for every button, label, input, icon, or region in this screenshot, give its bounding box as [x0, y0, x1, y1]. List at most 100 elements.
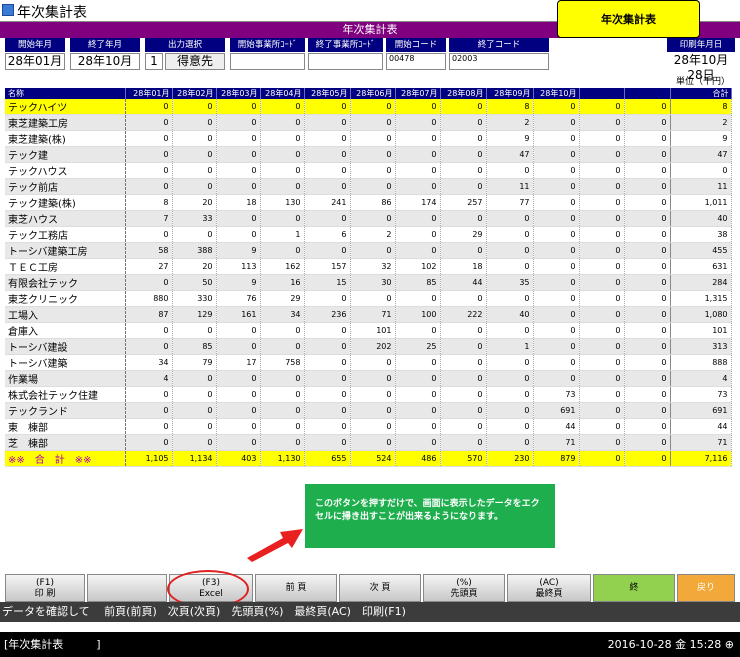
value-cell: 0 — [440, 162, 487, 179]
column-header — [624, 88, 671, 99]
value-cell: 1,134 — [172, 450, 217, 467]
value-cell: 0 — [395, 370, 441, 387]
table-row[interactable]: テック前店 0 0 0 0 0 0 0 0 11 0 0 0 11 — [5, 178, 732, 195]
value-cell: 0 — [216, 370, 261, 387]
table-row[interactable]: トーシバ建築 34 79 17 758 0 0 0 0 0 0 0 0 888 — [5, 354, 732, 371]
value-cell: 0 — [440, 146, 487, 163]
table-row[interactable]: テック工務店 0 0 0 1 6 2 0 29 0 0 0 0 38 — [5, 226, 732, 243]
fkey-label: 先頭頁 — [450, 589, 478, 599]
table-row[interactable]: テック建 0 0 0 0 0 0 0 0 47 0 0 0 47 — [5, 146, 732, 163]
value-cell: 174 — [395, 194, 441, 211]
value-cell: 455 — [669, 242, 732, 259]
value-cell: 0 — [172, 434, 217, 451]
total-row[interactable]: ※※ 合 計 ※※ 1,105 1,134 403 1,130 655 524 486 570 2… — [5, 450, 732, 467]
value-cell: 0 — [440, 418, 487, 435]
output-select-field[interactable]: 1 — [145, 53, 163, 70]
fkey-button[interactable]: (%) 先頭頁 — [423, 574, 505, 602]
start-month-field[interactable]: 28年01月 — [5, 53, 65, 70]
function-key-bar: (F1) 印 刷 (F3) Excel 前 頁次 頁 (%) 先頭頁 (AC) 最終頁終戻り — [5, 574, 735, 602]
value-cell: 0 — [533, 258, 580, 275]
value-cell: 0 — [350, 290, 396, 307]
table-row[interactable]: 東 棟部 0 0 0 0 0 0 0 0 0 44 0 0 44 — [5, 418, 732, 435]
table-row[interactable]: 株式会社テック住建 0 0 0 0 0 0 0 0 0 73 0 0 73 — [5, 386, 732, 403]
value-cell: 86 — [350, 194, 396, 211]
value-cell: 0 — [624, 130, 671, 147]
value-cell: 0 — [260, 434, 305, 451]
table-row[interactable]: トーシバ建築工房 58 388 9 0 0 0 0 0 0 0 0 0 455 — [5, 242, 732, 259]
table-row[interactable]: 作業場 4 0 0 0 0 0 0 0 0 0 0 0 4 — [5, 370, 732, 387]
value-cell: 0 — [395, 162, 441, 179]
fkey-button[interactable]: 終 — [593, 574, 675, 602]
value-cell: 0 — [304, 130, 351, 147]
value-cell: 0 — [579, 434, 625, 451]
table-row[interactable]: 東芝建築工房 0 0 0 0 0 0 0 0 2 0 0 0 2 — [5, 114, 732, 131]
value-cell: 0 — [260, 130, 305, 147]
value-cell: 222 — [440, 306, 487, 323]
value-cell: 0 — [304, 162, 351, 179]
value-cell: 0 — [624, 162, 671, 179]
value-cell: 0 — [216, 114, 261, 131]
table-row[interactable]: 工場入 87 129 161 34 236 71 100 222 40 0 0 0 1,080 — [5, 306, 732, 323]
fkey-button[interactable]: 前 頁 — [255, 574, 337, 602]
table-row[interactable]: 東芝ハウス 7 33 0 0 0 0 0 0 0 0 0 0 40 — [5, 210, 732, 227]
fkey-button[interactable]: 戻り — [677, 574, 735, 602]
value-cell: 0 — [216, 418, 261, 435]
print-date-field[interactable]: 28年10月28日 — [667, 53, 735, 82]
value-cell: 113 — [216, 258, 261, 275]
start-office-field[interactable] — [230, 53, 305, 70]
value-cell: 0 — [125, 146, 173, 163]
value-cell: 16 — [260, 274, 305, 291]
value-cell: 50 — [172, 274, 217, 291]
value-cell: 0 — [172, 322, 217, 339]
fkey-button[interactable]: (F1) 印 刷 — [5, 574, 85, 602]
value-cell: 330 — [172, 290, 217, 307]
row-name-cell: テックランド — [5, 402, 126, 419]
value-cell: 0 — [395, 178, 441, 195]
value-cell: 241 — [304, 194, 351, 211]
table-row[interactable]: テックハウス 0 0 0 0 0 0 0 0 0 0 0 0 0 — [5, 162, 732, 179]
value-cell: 0 — [216, 402, 261, 419]
value-cell: 0 — [579, 162, 625, 179]
value-cell: 0 — [172, 178, 217, 195]
value-cell: 0 — [395, 99, 441, 115]
value-cell: 18 — [216, 194, 261, 211]
value-cell: 0 — [350, 146, 396, 163]
value-cell: 0 — [579, 322, 625, 339]
table-row[interactable]: 東芝建築(株) 0 0 0 0 0 0 0 0 9 0 0 0 9 — [5, 130, 732, 147]
value-cell: 0 — [579, 178, 625, 195]
end-code-field[interactable]: 02003 — [449, 53, 549, 70]
table-row[interactable]: 有限会社テック 0 50 9 16 15 30 85 44 35 0 0 0 284 — [5, 274, 732, 291]
table-row[interactable]: テック建築(株) 8 20 18 130 241 86 174 257 77 0 0 0 1,011 — [5, 194, 732, 211]
table-row[interactable]: 芝 棟部 0 0 0 0 0 0 0 0 0 71 0 0 71 — [5, 434, 732, 451]
table-row[interactable]: トーシバ建設 0 85 0 0 0 202 25 0 1 0 0 0 313 — [5, 338, 732, 355]
table-row[interactable]: 東芝クリニック 880 330 76 29 0 0 0 0 0 0 0 0 1,315 — [5, 290, 732, 307]
value-cell: 0 — [172, 370, 217, 387]
end-month-field[interactable]: 28年10月 — [70, 53, 140, 70]
fkey-button[interactable] — [87, 574, 167, 602]
value-cell: 40 — [486, 306, 534, 323]
value-cell: 0 — [486, 162, 534, 179]
value-cell: 0 — [624, 210, 671, 227]
value-cell: 8 — [125, 194, 173, 211]
value-cell: 8 — [486, 99, 534, 115]
value-cell: 29 — [260, 290, 305, 307]
fkey-button[interactable]: 次 頁 — [339, 574, 421, 602]
table-row[interactable]: テックランド 0 0 0 0 0 0 0 0 0 691 0 0 691 — [5, 402, 732, 419]
end-office-field[interactable] — [308, 53, 383, 70]
value-cell: 11 — [486, 178, 534, 195]
table-row[interactable]: テックハイツ 0 0 0 0 0 0 0 0 8 0 0 0 8 — [5, 99, 732, 115]
value-cell: 0 — [125, 338, 173, 355]
value-cell: 0 — [350, 99, 396, 115]
value-cell: 0 — [216, 386, 261, 403]
value-cell: 0 — [216, 338, 261, 355]
table-row[interactable]: ＴＥＣ工房 27 20 113 162 157 32 102 18 0 0 0 0 631 — [5, 258, 732, 275]
start-code-field[interactable]: 00478 — [386, 53, 446, 70]
fkey-button[interactable]: (AC) 最終頁 — [507, 574, 591, 602]
value-cell: 0 — [125, 418, 173, 435]
value-cell: 0 — [260, 418, 305, 435]
table-row[interactable]: 倉庫入 0 0 0 0 0 101 0 0 0 0 0 0 101 — [5, 322, 732, 339]
value-cell: 0 — [486, 322, 534, 339]
value-cell: 58 — [125, 242, 173, 259]
row-name-cell: 作業場 — [5, 370, 126, 387]
value-cell: 570 — [440, 450, 487, 467]
